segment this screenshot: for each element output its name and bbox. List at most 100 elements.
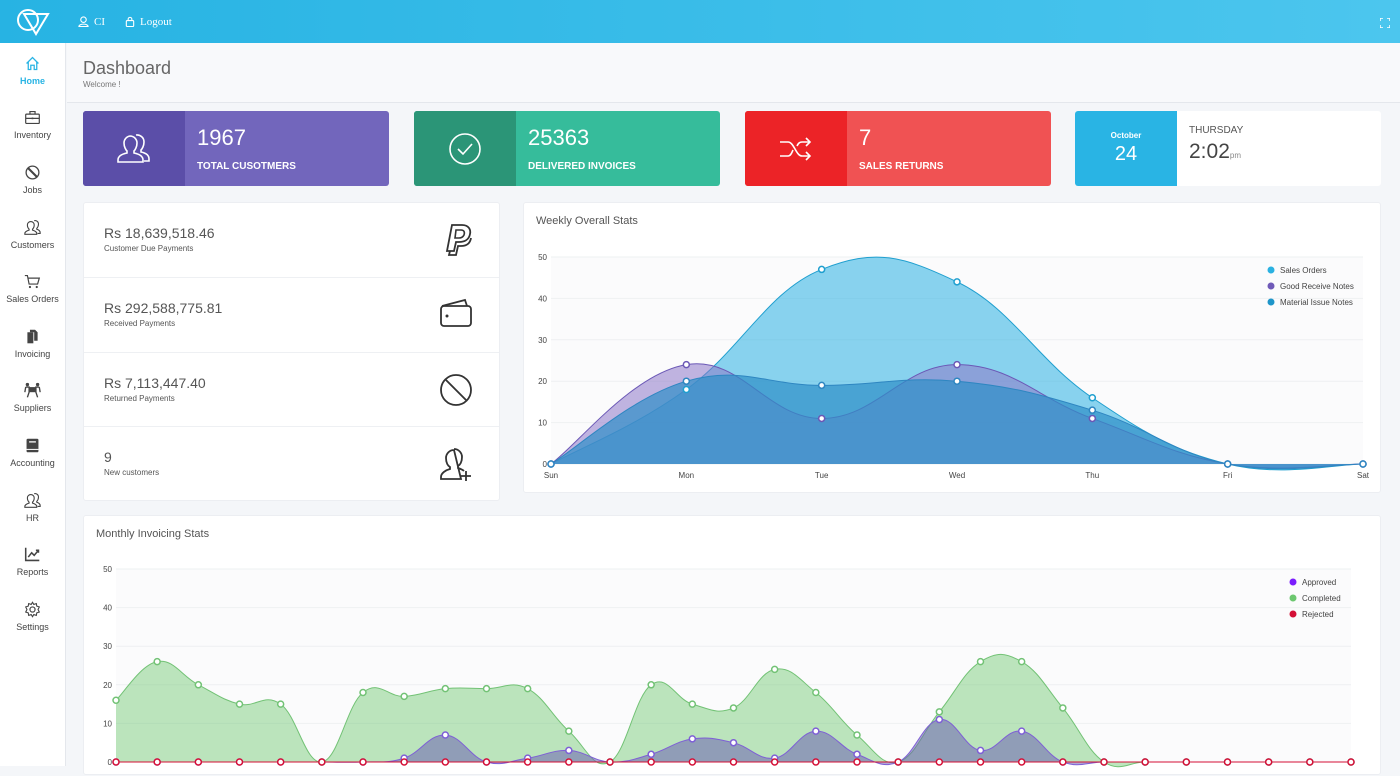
data-point — [547, 460, 555, 468]
data-point — [1347, 758, 1355, 766]
monthly-invoicing-card: Monthly Invoicing Stats 0 10 20 30 40 50 Appro… — [83, 515, 1381, 775]
legend-swatch — [1289, 594, 1297, 602]
y-tick-label: 0 — [543, 460, 548, 469]
data-point — [682, 377, 691, 385]
data-point — [953, 377, 961, 385]
sidebar-item-label: Home — [19, 75, 45, 86]
payment-row: Rs 7,113,447.40 Returned Payments — [84, 353, 499, 428]
sidebar-item-label: Accounting — [10, 457, 55, 468]
data-point — [606, 758, 614, 766]
data-point — [1017, 727, 1026, 735]
stat-card-delivered-invoices[interactable]: 25363 DELIVERED INVOICES — [414, 111, 720, 186]
sidebar-item-hr[interactable]: HR — [0, 480, 65, 535]
y-tick-label: 40 — [538, 294, 547, 303]
data-point — [688, 758, 697, 766]
sidebar-item-settings[interactable]: Settings — [0, 589, 65, 644]
date-box: October 24 — [1075, 111, 1177, 186]
data-point — [1017, 657, 1026, 666]
data-point — [853, 731, 861, 739]
data-point — [1182, 758, 1191, 766]
stat-card-total-customers[interactable]: 1967 TOTAL CUSOTMERS — [83, 111, 389, 186]
sidebar-item-suppliers[interactable]: Suppliers — [0, 371, 65, 426]
data-point — [729, 738, 738, 747]
suppliers-icon — [24, 383, 41, 398]
weekday: THURSDAY — [1189, 125, 1244, 136]
y-tick-label: 30 — [103, 642, 112, 651]
date-day: 24 — [1114, 143, 1138, 165]
data-point — [976, 758, 985, 766]
data-point — [359, 758, 367, 766]
weekly-stats-card: Weekly Overall Stats 0 10 20 30 40 50 Sun Mon Tu… — [523, 202, 1381, 493]
jobs-icon — [25, 165, 40, 180]
sidebar-item-home[interactable]: Home — [0, 43, 65, 98]
sidebar-item-reports[interactable]: Reports — [0, 534, 65, 589]
stat-card-sales-returns[interactable]: 7 SALES RETURNS — [745, 111, 1051, 186]
data-point — [647, 681, 655, 689]
data-point — [441, 758, 450, 766]
legend-label: Completed — [1302, 594, 1341, 603]
data-point — [935, 758, 944, 766]
shuffle-icon — [780, 136, 812, 161]
y-tick-label: 20 — [103, 681, 112, 690]
page-subtitle: Welcome ! — [83, 80, 121, 89]
data-point — [935, 715, 944, 724]
y-tick-label: 10 — [538, 419, 547, 428]
data-point — [1100, 758, 1108, 766]
x-tick-label: Sun — [544, 471, 558, 480]
sidebar-item-jobs[interactable]: Jobs — [0, 152, 65, 207]
data-point — [565, 758, 573, 766]
data-point — [1017, 758, 1026, 766]
x-tick-label: Thu — [1085, 471, 1099, 480]
data-point — [770, 758, 779, 766]
data-point — [112, 696, 120, 704]
payment-label: Customer Due Payments — [104, 244, 194, 253]
legend-label: Approved — [1302, 578, 1336, 587]
check-circle-icon — [449, 132, 481, 165]
weekly-stats-chart: 0 10 20 30 40 50 Sun Mon Tue Wed Thu Fri Sat Sales Or… — [538, 253, 1370, 480]
logout-label: Logout — [140, 15, 172, 28]
legend-swatch — [1289, 578, 1297, 586]
stat-label: DELIVERED INVOICES — [528, 161, 636, 172]
sidebar-item-sales-orders[interactable]: Sales Orders — [0, 261, 65, 316]
ban-icon — [440, 373, 472, 406]
data-point — [953, 360, 961, 369]
app-logo[interactable] — [0, 0, 66, 43]
data-point — [729, 704, 738, 712]
data-point — [976, 657, 985, 666]
user-icon — [24, 492, 41, 508]
sidebar-item-label: Reports — [16, 567, 49, 578]
sidebar-item-inventory[interactable]: Inventory — [0, 98, 65, 153]
data-point — [647, 758, 655, 766]
legend-label: Good Receive Notes — [1280, 282, 1354, 291]
time-ampm: pm — [1229, 151, 1241, 160]
sidebar-item-invoicing[interactable]: Invoicing — [0, 316, 65, 371]
fullscreen-button[interactable] — [1379, 15, 1391, 33]
data-point — [935, 708, 944, 716]
chart-icon — [24, 547, 40, 562]
y-tick-label: 50 — [103, 565, 112, 574]
data-point — [1264, 758, 1273, 766]
data-point — [688, 700, 697, 708]
user-menu[interactable]: CI — [78, 16, 105, 28]
data-point — [441, 731, 450, 739]
users-icon — [24, 219, 41, 235]
data-point — [853, 750, 861, 759]
add-user-icon — [440, 448, 471, 482]
data-point — [647, 750, 655, 759]
sidebar-item-customers[interactable]: Customers — [0, 207, 65, 262]
data-point — [318, 758, 326, 766]
y-tick-label: 10 — [103, 719, 112, 728]
data-point — [1359, 460, 1367, 468]
sidebar-item-accounting[interactable]: Accounting — [0, 425, 65, 480]
logout-link[interactable]: Logout — [125, 16, 172, 28]
date-month: October — [1110, 131, 1142, 140]
data-point — [1088, 406, 1097, 414]
data-point — [817, 381, 826, 390]
data-point — [976, 746, 985, 755]
y-tick-label: 50 — [538, 253, 547, 262]
top-bar: CI Logout — [0, 0, 1400, 43]
payment-row: Rs 18,639,518.46 Customer Due Payments — [84, 203, 499, 278]
x-tick-label: Wed — [949, 471, 965, 480]
data-point — [853, 758, 861, 766]
payment-amount: Rs 18,639,518.46 — [104, 225, 215, 241]
